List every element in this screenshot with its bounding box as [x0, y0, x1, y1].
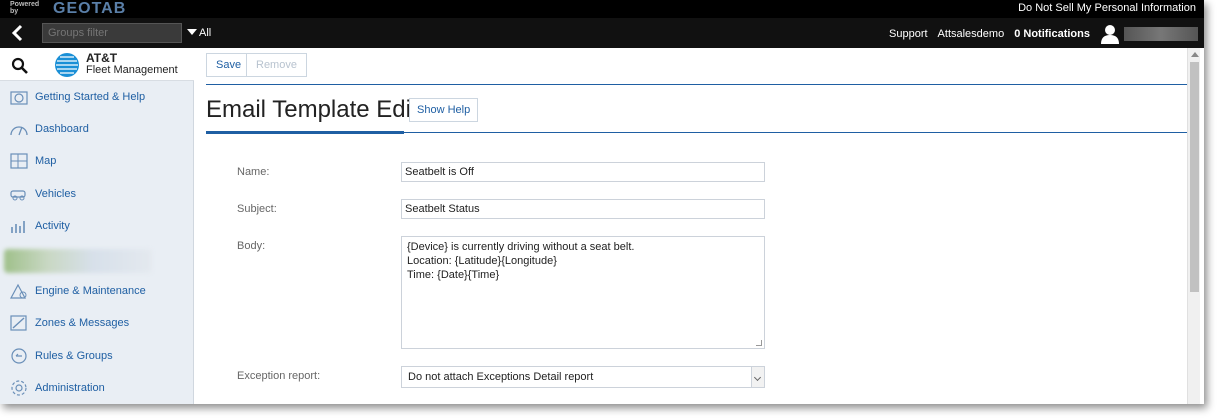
brand-subtitle: Fleet Management: [86, 64, 178, 76]
sidebar-item-label: Zones & Messages: [35, 317, 130, 329]
app-window: Powered by GEOTAB Do Not Sell My Persona…: [0, 0, 1204, 404]
notifications-link[interactable]: 0 Notifications: [1014, 28, 1090, 40]
sidebar-item-label: Getting Started & Help: [35, 91, 146, 103]
title-underline: [206, 131, 404, 134]
geotab-logo: GEOTAB: [53, 0, 127, 17]
help-icon: [10, 91, 28, 105]
subject-field[interactable]: [401, 199, 765, 219]
back-arrow-icon[interactable]: [10, 23, 26, 43]
show-help-button[interactable]: Show Help: [409, 98, 479, 122]
sidebar: AT&T Fleet Management Getting Started & …: [0, 48, 194, 404]
sidebar-item-label: Rules & Groups: [35, 350, 113, 362]
vertical-scrollbar[interactable]: [1187, 48, 1200, 404]
groups-filter-input[interactable]: [42, 23, 182, 43]
toolbar-divider: [206, 84, 1187, 85]
rules-icon: [11, 348, 27, 364]
zones-icon: [10, 315, 27, 331]
redacted-menu-item[interactable]: [4, 249, 152, 273]
body-text: {Device} is currently driving without a …: [407, 241, 635, 281]
brand-name: AT&T: [86, 51, 118, 65]
subject-label: Subject:: [237, 203, 277, 215]
powered-by-label: Powered by: [10, 1, 40, 15]
body-label: Body:: [237, 240, 266, 252]
exception-report-value: Do not attach Exceptions Detail report: [408, 371, 594, 383]
sidebar-item-label: Dashboard: [35, 123, 89, 135]
sidebar-item-label: Engine & Maintenance: [35, 285, 146, 297]
caret-down-icon: [187, 29, 197, 35]
exception-report-select[interactable]: Do not attach Exceptions Detail report: [401, 366, 765, 388]
body-textarea[interactable]: {Device} is currently driving without a …: [401, 236, 765, 349]
dashboard-icon: [10, 126, 28, 136]
sidebar-item-dashboard[interactable]: Dashboard: [0, 115, 194, 143]
sidebar-item-label: Administration: [35, 382, 105, 394]
remove-button[interactable]: Remove: [246, 53, 307, 77]
activity-icon: [11, 221, 25, 233]
nav-bar: All Support Attsalesdemo 0 Notifications: [0, 18, 1204, 48]
vehicle-icon: [10, 190, 26, 201]
page-title: Email Template Edit: [206, 96, 418, 123]
resize-handle-icon[interactable]: [756, 340, 762, 346]
map-icon: [10, 153, 28, 169]
sidebar-header: AT&T Fleet Management: [0, 48, 194, 81]
account-link[interactable]: Attsalesdemo: [938, 28, 1005, 40]
sidebar-item-map[interactable]: Map: [0, 147, 194, 175]
do-not-sell-link[interactable]: Do Not Sell My Personal Information: [1018, 2, 1196, 14]
search-icon[interactable]: [11, 57, 29, 75]
name-label: Name:: [237, 166, 270, 178]
sidebar-item-vehicles[interactable]: Vehicles: [0, 180, 194, 208]
all-groups-dropdown[interactable]: All: [187, 27, 211, 39]
support-link[interactable]: Support: [889, 28, 928, 40]
all-label: All: [199, 27, 212, 39]
nav-right-group: Support Attsalesdemo 0 Notifications: [879, 24, 1198, 44]
main-content: Save Remove Email Template Edit Show Hel…: [195, 48, 1187, 404]
sidebar-item-zones[interactable]: Zones & Messages: [0, 309, 194, 337]
scroll-up-icon[interactable]: [1191, 52, 1199, 57]
exception-report-label: Exception report:: [237, 370, 321, 382]
engine-icon: [9, 283, 27, 299]
sidebar-item-activity[interactable]: Activity: [0, 212, 194, 240]
save-button[interactable]: Save: [206, 53, 252, 77]
name-field[interactable]: [401, 162, 765, 182]
sidebar-item-rules[interactable]: Rules & Groups: [0, 342, 194, 370]
top-bar: Powered by GEOTAB Do Not Sell My Persona…: [0, 0, 1204, 18]
sidebar-item-label: Vehicles: [35, 188, 76, 200]
sidebar-item-administration[interactable]: Administration: [0, 374, 194, 402]
gear-icon: [11, 380, 27, 396]
sidebar-item-label: Activity: [35, 220, 70, 232]
user-avatar-icon[interactable]: [1100, 24, 1120, 44]
user-name-redacted[interactable]: [1124, 27, 1198, 41]
scroll-thumb[interactable]: [1190, 62, 1199, 292]
chevron-down-icon[interactable]: [751, 367, 764, 387]
sidebar-item-label: Map: [35, 155, 57, 167]
sidebar-item-engine[interactable]: Engine & Maintenance: [0, 277, 194, 305]
sidebar-item-getting-started[interactable]: Getting Started & Help: [0, 83, 194, 111]
att-globe-icon: [55, 53, 79, 77]
